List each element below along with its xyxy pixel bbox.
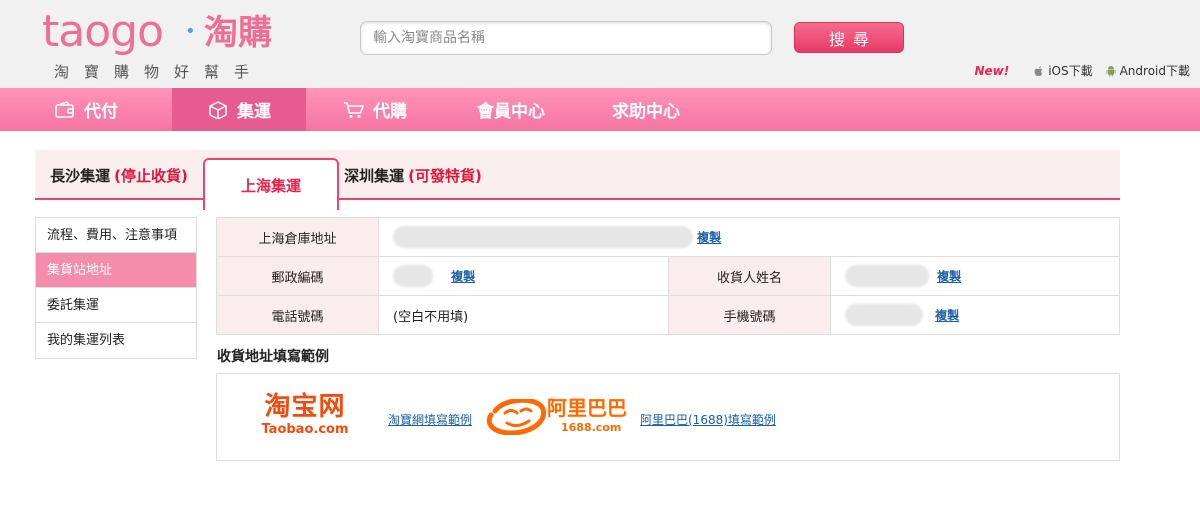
site-logo[interactable]: taogo • 淘購 淘寶購物好幫手 [42, 8, 282, 84]
copy-recipient-name-link[interactable]: 複製 [937, 270, 961, 284]
warehouse-tabs: 長沙集運 (停止收貨) 上海集運 深圳集運 (可發特貨) [35, 150, 1120, 210]
nav-label-payment: 代付 [84, 102, 118, 122]
mobile-value: 複製 [830, 295, 1120, 335]
table-row: 電話號碼 (空白不用填) 手機號碼 複製 [216, 295, 1120, 335]
tab-changsha-label: 長沙集運 [50, 166, 111, 185]
nav-item-purchasing[interactable]: 代購 [306, 88, 444, 131]
recipient-name-value: 複製 [830, 256, 1120, 296]
nav-label-help-center: 求助中心 [612, 102, 680, 122]
nav-label-consolidation: 集運 [237, 102, 271, 122]
warehouse-address-label: 上海倉庫地址 [216, 217, 379, 257]
alibaba-example-link[interactable]: 阿里巴巴(1688)填寫範例 [640, 411, 776, 428]
redacted-postal-code [393, 265, 433, 287]
tab-changsha-status: (停止收貨) [114, 166, 188, 185]
copy-postal-code-link[interactable]: 複製 [451, 270, 475, 284]
android-download-link[interactable]: Android下載 [1105, 64, 1190, 78]
side-menu: 流程、費用、注意事項 集貨站地址 委託集運 我的集運列表 [35, 217, 197, 359]
search-button[interactable]: 搜尋 [794, 22, 904, 53]
table-row: 上海倉庫地址 複製 [216, 217, 1120, 257]
new-badge: New! [974, 64, 1010, 78]
copy-mobile-link[interactable]: 複製 [935, 309, 959, 323]
alibaba-face-icon [486, 399, 546, 435]
tab-shenzhen-status: (可發特貨) [408, 166, 482, 185]
wallet-icon [54, 100, 76, 119]
nav-item-help-center[interactable]: 求助中心 [578, 88, 714, 131]
postal-code-label: 郵政編碼 [216, 256, 379, 296]
site-header: taogo • 淘購 淘寶購物好幫手 搜尋 New! iOS下載 Android… [0, 0, 1200, 88]
table-row: 郵政編碼 複製 收貨人姓名 複製 [216, 256, 1120, 296]
phone-value: (空白不用填) [378, 295, 669, 335]
side-item-my-list[interactable]: 我的集運列表 [36, 323, 196, 358]
tab-shenzhen[interactable]: 深圳集運 (可發特貨) [339, 150, 487, 200]
logo-slogan: 淘寶購物好幫手 [54, 63, 265, 81]
postal-code-value: 複製 [378, 256, 669, 296]
redacted-mobile [845, 304, 923, 326]
ios-download-label: iOS下載 [1048, 64, 1093, 78]
taobao-logo: 淘宝网 Taobao.com [255, 392, 355, 438]
cart-icon [343, 101, 365, 119]
side-item-consign[interactable]: 委託集運 [36, 288, 196, 323]
nav-item-member-center[interactable]: 會員中心 [444, 88, 578, 131]
warehouse-address-value: 複製 [378, 217, 1120, 257]
ios-download-link[interactable]: iOS下載 [1033, 64, 1093, 78]
search-input[interactable] [360, 21, 772, 55]
android-icon [1105, 65, 1117, 77]
nav-label-member-center: 會員中心 [477, 102, 545, 122]
redacted-recipient-name [845, 265, 929, 287]
phone-label: 電話號碼 [216, 295, 379, 335]
recipient-name-label: 收貨人姓名 [668, 256, 831, 296]
warehouse-address-table: 上海倉庫地址 複製 郵政編碼 複製 收貨人姓名 複製 電話號碼 (空白不用填) … [216, 217, 1120, 335]
tab-changsha[interactable]: 長沙集運 (停止收貨) [35, 150, 203, 200]
app-download-links: New! iOS下載 Android下載 [974, 64, 1190, 78]
taobao-logo-en: Taobao.com [261, 422, 349, 437]
logo-text: taogo [42, 6, 164, 57]
logo-cn-text: 淘購 [204, 13, 272, 53]
side-item-process-fees[interactable]: 流程、費用、注意事項 [36, 218, 196, 253]
taobao-logo-cn: 淘宝网 [264, 392, 346, 422]
box-icon [207, 100, 229, 120]
copy-address-link[interactable]: 複製 [697, 231, 721, 245]
example-box: 淘宝网 Taobao.com 淘寶網填寫範例 阿里巴巴 1688.com 阿里巴… [216, 373, 1120, 461]
mobile-label: 手機號碼 [668, 295, 831, 335]
logo-dot: • [185, 21, 196, 42]
nav-label-purchasing: 代購 [373, 102, 407, 122]
alibaba-logo-cn: 阿里巴巴 [547, 396, 627, 420]
alibaba-logo: 阿里巴巴 1688.com [485, 396, 627, 440]
taobao-example-link[interactable]: 淘寶網填寫範例 [388, 411, 472, 428]
nav-item-consolidation[interactable]: 集運 [172, 88, 306, 131]
apple-icon [1033, 65, 1045, 77]
nav-item-payment[interactable]: 代付 [0, 88, 172, 131]
android-download-label: Android下載 [1119, 64, 1190, 78]
alibaba-logo-en: 1688.com [561, 421, 622, 434]
redacted-address [393, 226, 693, 248]
tab-shenzhen-label: 深圳集運 [344, 166, 405, 185]
tab-shanghai[interactable]: 上海集運 [203, 158, 339, 210]
side-item-warehouse-address[interactable]: 集貨站地址 [36, 253, 196, 288]
main-nav: 代付 集運 代購 會員中心 求助中心 [0, 88, 1200, 131]
tab-shanghai-label: 上海集運 [240, 176, 301, 195]
example-section-title: 收貨地址填寫範例 [217, 349, 329, 365]
